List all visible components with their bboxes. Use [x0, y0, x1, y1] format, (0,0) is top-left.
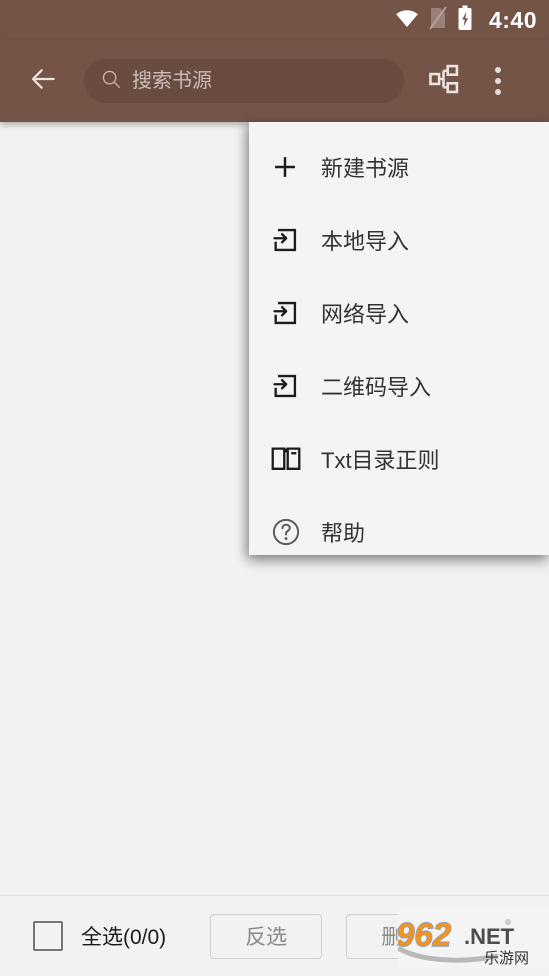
menu-item-label: 本地导入 [321, 228, 410, 254]
import-arrow-icon [271, 299, 311, 327]
overflow-popup-menu: 新建书源 本地导入 网络导入 二维码导入 Txt目录正则 帮助 [249, 122, 549, 555]
open-book-icon [271, 446, 311, 472]
delete-button[interactable]: 删除 [346, 913, 459, 959]
overflow-menu-button[interactable] [472, 55, 524, 107]
sim-card-off-icon [429, 5, 447, 35]
selection-bottom-bar: 全选(0/0) 反选 删除 [0, 895, 549, 976]
help-circle-icon [271, 517, 311, 547]
import-arrow-icon [271, 372, 311, 400]
menu-item-local-import[interactable]: 本地导入 [249, 203, 549, 276]
select-all-checkbox[interactable] [33, 921, 63, 951]
wifi-icon [395, 8, 419, 33]
menu-item-new-source[interactable]: 新建书源 [249, 130, 549, 203]
search-placeholder: 搜索书源 [132, 70, 212, 92]
menu-item-label: 新建书源 [321, 155, 410, 181]
more-vertical-icon [495, 67, 501, 95]
phone-screen: 4:40 搜索书源 新建书源 本地导入 网络导入 二维码导入 Txt目录正则 帮… [0, 0, 549, 976]
status-bar: 4:40 [0, 0, 549, 40]
source-group-icon [428, 63, 460, 100]
search-input[interactable]: 搜索书源 [84, 59, 404, 103]
menu-item-label: 二维码导入 [321, 374, 432, 400]
back-button[interactable] [12, 50, 74, 112]
menu-item-label: 网络导入 [321, 301, 410, 327]
source-group-button[interactable] [418, 55, 470, 107]
menu-item-label: 帮助 [321, 520, 366, 546]
invert-selection-button[interactable]: 反选 [210, 913, 323, 959]
import-arrow-icon [271, 226, 311, 254]
status-bar-clock: 4:40 [488, 6, 537, 33]
arrow-left-icon [27, 63, 59, 100]
select-all-label: 全选(0/0) [81, 926, 167, 949]
menu-item-help[interactable]: 帮助 [249, 495, 549, 568]
app-toolbar: 搜索书源 [0, 40, 549, 122]
menu-item-label: Txt目录正则 [321, 447, 440, 473]
battery-charging-icon [457, 5, 473, 36]
menu-item-network-import[interactable]: 网络导入 [249, 276, 549, 349]
search-icon [100, 68, 122, 95]
menu-item-txt-toc-regex[interactable]: Txt目录正则 [249, 422, 549, 495]
menu-item-qrcode-import[interactable]: 二维码导入 [249, 349, 549, 422]
status-bar-icons: 4:40 [395, 5, 537, 36]
plus-icon [271, 153, 311, 181]
